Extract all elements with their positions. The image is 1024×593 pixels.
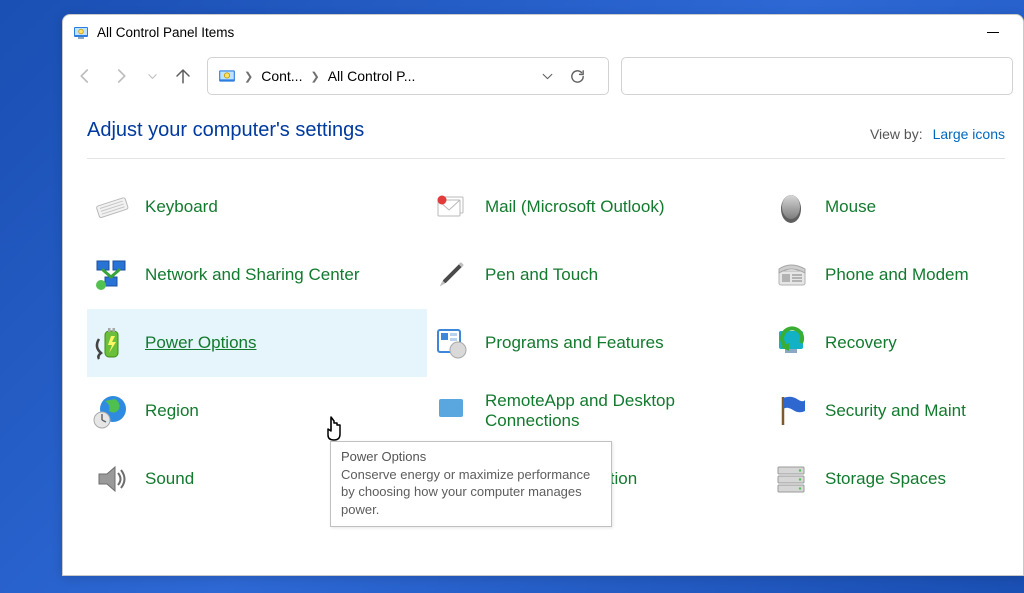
item-programs-features[interactable]: Programs and Features [427, 309, 767, 377]
storage-icon [771, 459, 811, 499]
forward-button[interactable] [109, 64, 133, 88]
back-button[interactable] [73, 64, 97, 88]
window-controls [971, 17, 1015, 47]
item-label: Programs and Features [485, 333, 664, 353]
item-label: Region [145, 401, 199, 421]
mouse-icon [771, 187, 811, 227]
item-region[interactable]: Region [87, 377, 427, 445]
item-security-maintenance[interactable]: Security and Maint [767, 377, 1005, 445]
phone-icon [771, 255, 811, 295]
breadcrumb-seg-1[interactable]: Cont... [261, 68, 302, 84]
item-label: Pen and Touch [485, 265, 598, 285]
breadcrumb-seg-2[interactable]: All Control P... [328, 68, 416, 84]
item-label: Power Options [145, 333, 257, 353]
item-network-sharing[interactable]: Network and Sharing Center [87, 241, 427, 309]
recent-dropdown[interactable] [145, 64, 159, 88]
search-input[interactable] [621, 57, 1013, 95]
item-power-options[interactable]: Power Options [87, 309, 427, 377]
breadcrumb-sep-icon: ❯ [310, 70, 319, 83]
item-label: Phone and Modem [825, 265, 969, 285]
item-label: Sound [145, 469, 194, 489]
control-panel-addr-icon [218, 67, 236, 85]
programs-icon [431, 323, 471, 363]
address-dropdown-icon[interactable] [541, 70, 560, 83]
item-label: Security and Maint [825, 401, 966, 421]
power-icon [91, 323, 131, 363]
up-button[interactable] [171, 64, 195, 88]
view-by: View by: Large icons [870, 126, 1005, 142]
item-phone-modem[interactable]: Phone and Modem [767, 241, 1005, 309]
tooltip: Power Options Conserve energy or maximiz… [330, 441, 612, 527]
region-icon [91, 391, 131, 431]
tooltip-title: Power Options [341, 448, 601, 466]
view-by-label: View by: [870, 126, 923, 142]
item-mail[interactable]: Mail (Microsoft Outlook) [427, 173, 767, 241]
recovery-icon [771, 323, 811, 363]
network-icon [91, 255, 131, 295]
keyboard-icon [91, 187, 131, 227]
minimize-button[interactable] [971, 17, 1015, 47]
item-storage-spaces[interactable]: Storage Spaces [767, 445, 1005, 513]
item-label: Network and Sharing Center [145, 265, 360, 285]
item-remoteapp[interactable]: RemoteApp and Desktop Connections [427, 377, 767, 445]
tooltip-body: Conserve energy or maximize performance … [341, 466, 601, 519]
toolbar: ❯ Cont... ❯ All Control P... [63, 49, 1023, 107]
control-panel-window: All Control Panel Items ❯ [62, 14, 1024, 576]
flag-icon [771, 391, 811, 431]
pen-icon [431, 255, 471, 295]
item-recovery[interactable]: Recovery [767, 309, 1005, 377]
item-label: RemoteApp and Desktop Connections [485, 391, 757, 432]
remoteapp-icon [431, 391, 471, 431]
control-panel-icon [73, 24, 89, 40]
page-title: Adjust your computer's settings [87, 119, 364, 142]
item-mouse[interactable]: Mouse [767, 173, 1005, 241]
breadcrumb-sep-icon: ❯ [244, 70, 253, 83]
refresh-button[interactable] [562, 61, 592, 91]
item-label: Recovery [825, 333, 897, 353]
titlebar: All Control Panel Items [63, 15, 1023, 49]
address-bar[interactable]: ❯ Cont... ❯ All Control P... [207, 57, 609, 95]
item-label: Storage Spaces [825, 469, 946, 489]
mail-icon [431, 187, 471, 227]
view-by-dropdown[interactable]: Large icons [933, 126, 1005, 142]
content-header: Adjust your computer's settings View by:… [87, 119, 1005, 159]
sound-icon [91, 459, 131, 499]
item-keyboard[interactable]: Keyboard [87, 173, 427, 241]
item-label: Mouse [825, 197, 876, 217]
window-title: All Control Panel Items [97, 25, 234, 40]
item-pen-touch[interactable]: Pen and Touch [427, 241, 767, 309]
item-label: Keyboard [145, 197, 218, 217]
item-label: Mail (Microsoft Outlook) [485, 197, 664, 217]
